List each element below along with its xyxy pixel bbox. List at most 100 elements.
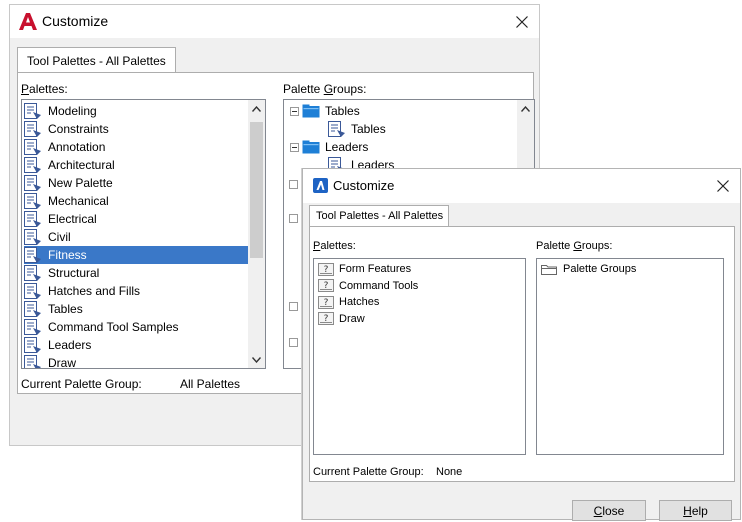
palette-item-label: Hatches and Fills	[48, 284, 141, 298]
dialog-title: Customize	[333, 178, 395, 193]
customize-dialog-front: Customize Tool Palettes - All Palettes P…	[302, 168, 741, 521]
scroll-thumb[interactable]	[250, 122, 263, 258]
palette-item-label: Constraints	[48, 122, 109, 136]
palette-list-item[interactable]: New Palette	[24, 174, 248, 192]
palette-document-icon	[24, 336, 41, 353]
current-group-value: None	[436, 466, 463, 478]
palette-document-icon	[24, 264, 41, 281]
collapse-icon	[290, 142, 299, 152]
palette-item-label: Draw	[48, 356, 77, 369]
tab-tool-palettes[interactable]: Tool Palettes - All Palettes	[17, 47, 176, 73]
question-palette-icon: ?	[318, 295, 334, 309]
palette-document-icon	[24, 102, 41, 119]
tree-child-row[interactable]: Tables	[328, 120, 386, 138]
palette-item-label: Electrical	[48, 212, 97, 226]
palette-item-label: Command Tool Samples	[48, 320, 179, 334]
chevron-up-icon	[521, 105, 530, 112]
current-group-label: Current Palette Group:	[313, 466, 424, 478]
palettes-label: Palettes:	[313, 240, 356, 252]
palette-document-icon	[24, 318, 41, 335]
palette-list-item[interactable]: Tables	[24, 300, 248, 318]
palette-item-label: Form Features	[339, 263, 412, 275]
close-button[interactable]	[507, 10, 537, 34]
palette-list-item[interactable]: Draw	[24, 354, 248, 369]
palettes-scrollbar[interactable]	[248, 100, 265, 368]
close-icon	[717, 180, 729, 192]
palette-item-label: Tables	[48, 302, 83, 316]
palette-groups-tree[interactable]: Palette Groups	[536, 258, 724, 455]
palette-list-item[interactable]: Civil	[24, 228, 248, 246]
title-bar: Customize	[303, 169, 740, 203]
palette-document-icon	[24, 192, 41, 209]
palette-list-item[interactable]: Architectural	[24, 156, 248, 174]
scroll-up-arrow[interactable]	[517, 100, 534, 117]
palette-document-icon	[24, 300, 41, 317]
palette-document-icon	[24, 120, 41, 137]
palette-list-item[interactable]: ? Command Tools	[318, 278, 418, 294]
palette-document-icon	[24, 228, 41, 245]
palette-item-label: Civil	[48, 230, 71, 244]
palette-document-icon	[24, 282, 41, 299]
question-palette-icon: ?	[318, 312, 334, 325]
palette-item-label: Architectural	[48, 158, 115, 172]
palette-groups-label: Palette Groups:	[283, 82, 367, 96]
palette-item-label: Draw	[339, 312, 365, 325]
scroll-down-arrow[interactable]	[248, 351, 265, 368]
palette-item-label: New Palette	[48, 176, 113, 190]
scroll-up-arrow[interactable]	[248, 100, 265, 117]
palette-list-item[interactable]: Mechanical	[24, 192, 248, 210]
palette-item-label: Command Tools	[339, 279, 419, 292]
palette-list-item[interactable]: ? Hatches	[318, 294, 379, 310]
close-dialog-button[interactable]: Close	[572, 500, 646, 521]
palette-list-item[interactable]: Leaders	[24, 336, 248, 354]
folder-icon	[302, 104, 320, 118]
palette-document-icon	[24, 138, 41, 155]
palette-item-label: Hatches	[339, 296, 380, 308]
close-icon	[516, 16, 528, 28]
svg-text:?: ?	[324, 314, 329, 324]
palette-item-label: Mechanical	[48, 194, 109, 208]
palette-list-item[interactable]: Structural	[24, 264, 248, 282]
palettes-list[interactable]: ? Form Features? Command Tools? Hatches? Dra…	[313, 258, 526, 455]
folder-icon	[541, 264, 557, 275]
palette-list-item[interactable]: Annotation	[24, 138, 248, 156]
palette-item-label: Fitness	[48, 248, 87, 262]
palette-item-label: Modeling	[48, 104, 97, 118]
palette-document-icon	[328, 120, 345, 137]
tree-lines	[289, 180, 298, 347]
tree-group-row[interactable]: Tables	[290, 102, 360, 120]
palettes-list[interactable]: Modeling Constraints Annotation Architectur…	[21, 99, 266, 369]
palette-document-icon	[24, 174, 41, 191]
title-bar: Customize	[10, 5, 539, 38]
close-button[interactable]	[708, 174, 738, 198]
palette-list-item[interactable]: Command Tool Samples	[24, 318, 248, 336]
palette-item-label: Structural	[48, 266, 100, 280]
current-group-label: Current Palette Group:	[21, 377, 142, 391]
palette-list-item[interactable]: Fitness	[24, 246, 248, 264]
collapse-icon	[290, 106, 299, 116]
chevron-up-icon	[252, 105, 261, 112]
palette-list-item[interactable]: Constraints	[24, 120, 248, 138]
palette-list-item[interactable]: ? Form Features	[318, 261, 411, 277]
palette-item-label: Leaders	[48, 338, 92, 352]
palette-list-item[interactable]: ? Draw	[318, 311, 365, 327]
tree-root-row[interactable]: Palette Groups	[541, 261, 636, 277]
palette-list-item[interactable]: Hatches and Fills	[24, 282, 248, 300]
palette-list-item[interactable]: Electrical	[24, 210, 248, 228]
palette-groups-label: Palette Groups:	[536, 240, 613, 252]
palette-document-icon	[24, 246, 41, 263]
dialog-title: Customize	[42, 13, 109, 29]
autocad-logo-icon	[19, 13, 37, 30]
folder-icon	[302, 140, 320, 154]
chevron-down-icon	[252, 356, 261, 363]
help-button[interactable]: Help	[659, 500, 732, 521]
palette-document-icon	[24, 210, 41, 227]
palettes-label: Palettes:	[21, 82, 68, 96]
tree-group-row[interactable]: Leaders	[290, 138, 368, 156]
palette-document-icon	[24, 156, 41, 173]
question-palette-icon: ?	[318, 262, 334, 276]
svg-text:?: ?	[324, 298, 329, 308]
question-palette-icon: ?	[318, 279, 334, 292]
tab-tool-palettes[interactable]: Tool Palettes - All Palettes	[309, 205, 449, 227]
palette-list-item[interactable]: Modeling	[24, 102, 248, 120]
